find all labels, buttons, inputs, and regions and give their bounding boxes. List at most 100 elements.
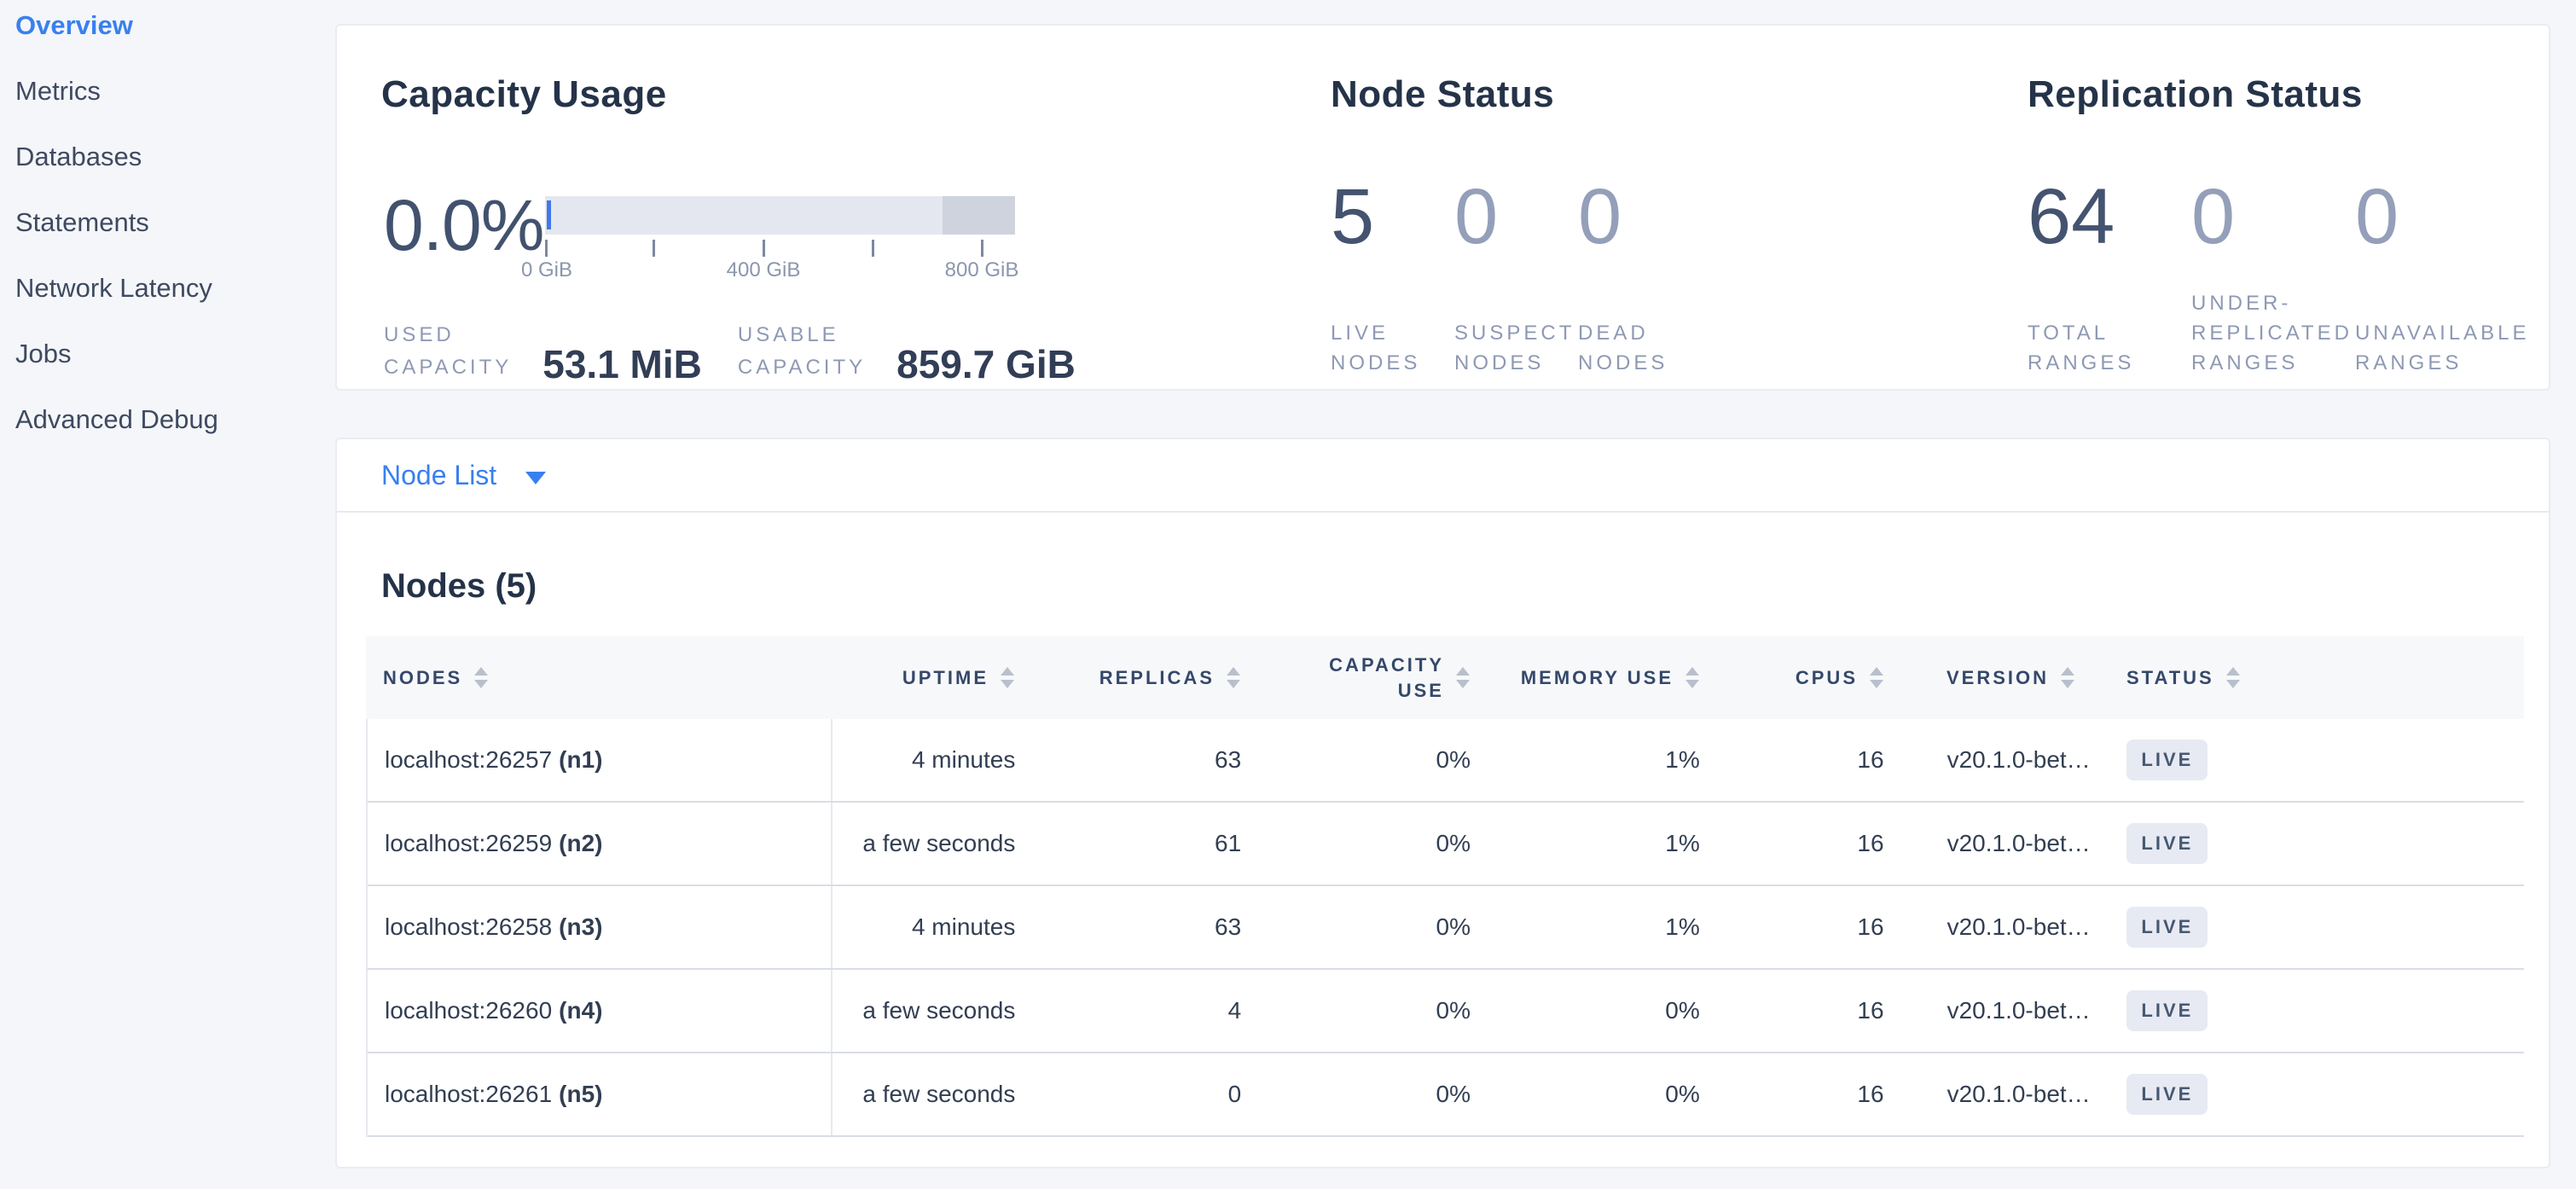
- memory-use-cell: 0%: [1477, 1053, 1709, 1135]
- sidebar-item-jobs[interactable]: Jobs: [15, 339, 335, 367]
- under-replicated-value: 0: [2191, 177, 2355, 256]
- status-badge: LIVE: [2126, 823, 2208, 864]
- cpus-cell: 16: [1709, 970, 1906, 1052]
- column-label: CPUS: [1796, 665, 1858, 691]
- capacity-stats: USED CAPACITY 53.1 MiB USABLE CAPACITY 8…: [384, 319, 1076, 384]
- capacity-use-cell: 0%: [1264, 1053, 1477, 1135]
- sort-icon[interactable]: [1870, 667, 1883, 688]
- tick-label-400gib: 400 GiB: [727, 258, 801, 282]
- live-nodes-value: 5: [1331, 177, 1454, 256]
- sort-icon[interactable]: [474, 667, 488, 688]
- nodes-count-heading: Nodes (5): [381, 567, 2549, 606]
- capacity-percent: 0.0%: [384, 186, 543, 264]
- node-list-card: Node List Nodes (5) NODES UPTIME REPLICA…: [335, 438, 2550, 1169]
- total-ranges-value: 64: [2028, 177, 2191, 256]
- sidebar-item-advanced-debug[interactable]: Advanced Debug: [15, 404, 335, 432]
- uptime-cell: a few seconds: [833, 803, 1056, 884]
- node-address[interactable]: localhost:26260: [385, 997, 552, 1024]
- sidebar-item-metrics[interactable]: Metrics: [15, 76, 335, 104]
- dead-nodes-value: 0: [1578, 177, 1702, 256]
- node-address[interactable]: localhost:26257: [385, 746, 552, 774]
- table-row-node-5[interactable]: localhost:26261 (n5) a few seconds 0 0% …: [368, 1053, 2524, 1137]
- memory-use-cell: 1%: [1477, 886, 1709, 968]
- node-status-title: Node Status: [1331, 73, 1702, 116]
- table-row-node-2[interactable]: localhost:26259 (n2) a few seconds 61 0%…: [368, 803, 2524, 886]
- replicas-cell: 63: [1055, 886, 1264, 968]
- node-address-cell[interactable]: localhost:26257 (n1): [368, 719, 833, 801]
- column-label: CAPACITY USE: [1329, 652, 1444, 704]
- sort-icon[interactable]: [1685, 667, 1699, 688]
- cpus-cell: 16: [1709, 1053, 1906, 1135]
- status-badge: LIVE: [2126, 907, 2208, 948]
- node-address-cell[interactable]: localhost:26259 (n2): [368, 803, 833, 884]
- column-label: MEMORY USE: [1521, 665, 1674, 691]
- suspect-nodes-stat: 0 SUSPECT NODES: [1454, 177, 1578, 378]
- sort-icon[interactable]: [1227, 667, 1240, 688]
- nodes-table-body: localhost:26257 (n1) 4 minutes 63 0% 1% …: [366, 719, 2524, 1137]
- uptime-cell: a few seconds: [833, 970, 1056, 1052]
- capacity-use-cell: 0%: [1264, 970, 1477, 1052]
- nodes-table: NODES UPTIME REPLICAS CAPACITY USE MEMOR…: [366, 636, 2524, 1137]
- node-address-cell[interactable]: localhost:26261 (n5): [368, 1053, 833, 1135]
- suspect-nodes-value: 0: [1454, 177, 1578, 256]
- uptime-cell: 4 minutes: [833, 886, 1056, 968]
- version-cell: v20.1.0-bet…: [1906, 719, 2110, 801]
- node-status-section: Node Status 5 LIVE NODES 0 SUSPECT NODES…: [1331, 73, 1702, 378]
- version-cell: v20.1.0-bet…: [1906, 886, 2110, 968]
- node-list-dropdown-label[interactable]: Node List: [381, 460, 496, 491]
- column-header-version[interactable]: VERSION: [1905, 636, 2109, 719]
- sort-icon[interactable]: [2061, 667, 2074, 688]
- chevron-down-icon: [525, 472, 546, 484]
- table-row-node-4[interactable]: localhost:26260 (n4) a few seconds 4 0% …: [368, 970, 2524, 1053]
- sidebar-item-statements[interactable]: Statements: [15, 207, 335, 235]
- sidebar-item-overview[interactable]: Overview: [15, 10, 335, 38]
- sidebar-item-network-latency[interactable]: Network Latency: [15, 273, 335, 301]
- cpus-cell: 16: [1709, 803, 1906, 884]
- node-address[interactable]: localhost:26258: [385, 914, 552, 941]
- capacity-gauge-reserved-segment: [943, 196, 1015, 235]
- status-cell: LIVE: [2109, 886, 2524, 968]
- table-row-node-1[interactable]: localhost:26257 (n1) 4 minutes 63 0% 1% …: [368, 719, 2524, 803]
- column-header-status[interactable]: STATUS: [2109, 636, 2524, 719]
- status-cell: LIVE: [2109, 803, 2524, 884]
- column-label: NODES: [383, 665, 462, 691]
- sort-icon[interactable]: [1456, 667, 1470, 688]
- version-cell: v20.1.0-bet…: [1906, 1053, 2110, 1135]
- used-capacity-value: 53.1 MiB: [542, 345, 702, 384]
- node-address-cell[interactable]: localhost:26258 (n3): [368, 886, 833, 968]
- cpus-cell: 16: [1709, 886, 1906, 968]
- table-row-node-3[interactable]: localhost:26258 (n3) 4 minutes 63 0% 1% …: [368, 886, 2524, 970]
- tick-label-800gib: 800 GiB: [945, 258, 1019, 282]
- column-label: REPLICAS: [1099, 665, 1215, 691]
- sort-icon[interactable]: [2226, 667, 2240, 688]
- sidebar-item-databases[interactable]: Databases: [15, 142, 335, 170]
- column-header-capacity-use[interactable]: CAPACITY USE: [1263, 636, 1477, 719]
- column-header-nodes[interactable]: NODES: [366, 636, 831, 719]
- column-header-memory-use[interactable]: MEMORY USE: [1477, 636, 1709, 719]
- memory-use-cell: 1%: [1477, 803, 1709, 884]
- capacity-use-cell: 0%: [1264, 803, 1477, 884]
- column-header-replicas[interactable]: REPLICAS: [1054, 636, 1263, 719]
- version-cell: v20.1.0-bet…: [1906, 970, 2110, 1052]
- node-address[interactable]: localhost:26261: [385, 1081, 552, 1108]
- column-header-cpus[interactable]: CPUS: [1709, 636, 1905, 719]
- dead-nodes-label: DEAD NODES: [1578, 318, 1702, 378]
- node-address-cell[interactable]: localhost:26260 (n4): [368, 970, 833, 1052]
- uptime-cell: 4 minutes: [833, 719, 1056, 801]
- tick-mark: [981, 240, 983, 257]
- sidebar: Overview Metrics Databases Statements Ne…: [0, 0, 335, 470]
- node-id: (n2): [559, 830, 602, 857]
- capacity-gauge: 0 GiB 400 GiB 800 GiB: [545, 196, 1015, 282]
- node-list-dropdown[interactable]: Node List: [337, 439, 2549, 513]
- node-address[interactable]: localhost:26259: [385, 830, 552, 857]
- live-nodes-stat: 5 LIVE NODES: [1331, 177, 1454, 378]
- status-badge: LIVE: [2126, 740, 2208, 780]
- capacity-use-cell: 0%: [1264, 886, 1477, 968]
- capacity-gauge-used-marker: [547, 200, 551, 229]
- memory-use-cell: 0%: [1477, 970, 1709, 1052]
- column-header-uptime[interactable]: UPTIME: [831, 636, 1054, 719]
- capacity-gauge-bar: [545, 196, 1015, 235]
- nodes-table-header: NODES UPTIME REPLICAS CAPACITY USE MEMOR…: [366, 636, 2524, 719]
- sort-icon[interactable]: [1001, 667, 1014, 688]
- capacity-use-cell: 0%: [1264, 719, 1477, 801]
